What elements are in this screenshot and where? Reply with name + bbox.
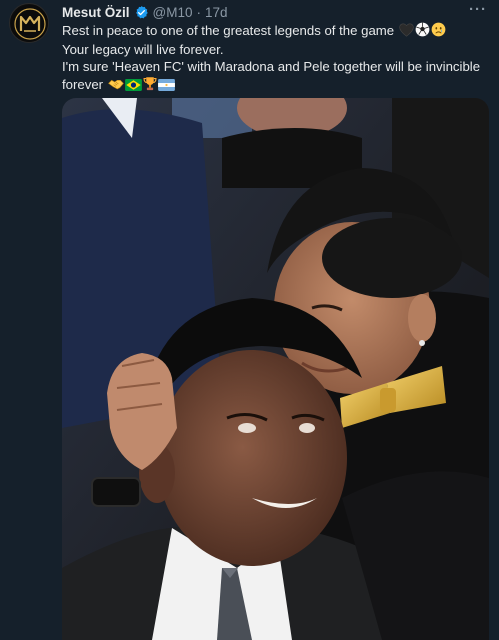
handshake-icon — [107, 77, 124, 95]
photo-illustration — [62, 98, 489, 640]
separator-dot: · — [196, 4, 201, 20]
black-heart-icon — [399, 23, 414, 41]
trophy-icon — [143, 76, 157, 95]
verified-badge-icon — [134, 5, 149, 20]
tweet-text: Rest in peace to one of the greatest leg… — [62, 22, 482, 95]
tweet-line-1: Rest in peace to one of the greatest leg… — [62, 22, 482, 41]
tweet-line-2: Your legacy will live forever. — [62, 42, 224, 58]
tweet-line-1-text: Rest in peace to one of the greatest leg… — [62, 23, 395, 38]
tweet-line-4: forever — [62, 76, 482, 95]
tweet-card[interactable]: Mesut Özil @M10 · 17d ··· Rest in peace … — [0, 0, 499, 640]
soccer-ball-icon — [415, 22, 430, 41]
more-options-icon[interactable]: ··· — [469, 2, 487, 17]
argentina-flag-icon — [157, 78, 175, 95]
sad-face-icon — [431, 22, 446, 41]
brazil-flag-icon — [124, 78, 142, 95]
tweet-header: Mesut Özil @M10 · 17d — [62, 3, 228, 21]
tweet-photo[interactable] — [62, 98, 489, 640]
author-handle[interactable]: @M10 — [153, 5, 193, 20]
author-avatar[interactable] — [9, 3, 49, 43]
tweet-line-4-text: forever — [62, 76, 104, 92]
author-name[interactable]: Mesut Özil — [62, 5, 130, 20]
m10-logo-icon — [11, 5, 48, 42]
tweet-line-3: I'm sure 'Heaven FC' with Maradona and P… — [62, 59, 481, 75]
tweet-timestamp[interactable]: 17d — [205, 5, 228, 20]
